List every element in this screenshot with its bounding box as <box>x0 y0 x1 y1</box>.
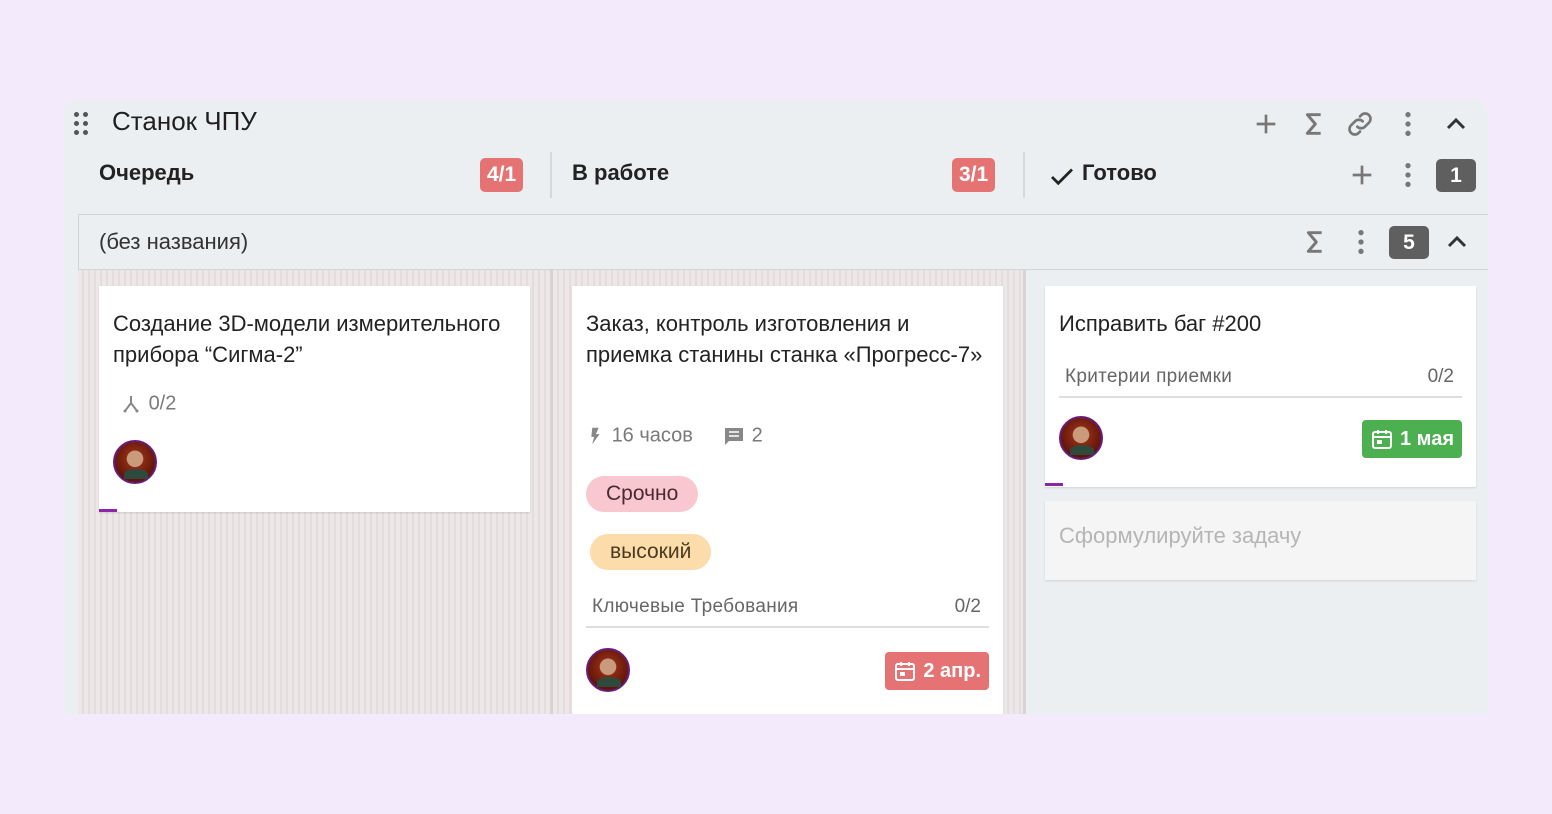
time-estimate: 16 часов <box>584 424 693 448</box>
more-vertical-icon[interactable] <box>1392 108 1424 140</box>
checklist[interactable]: Критерии приемки 0/2 <box>1059 360 1462 398</box>
comments-counter: 2 <box>722 424 763 448</box>
due-date-badge[interactable]: 2 апр. <box>885 652 989 690</box>
column-divider <box>1023 152 1025 198</box>
chevron-up-icon[interactable] <box>1441 226 1473 258</box>
new-task-card[interactable]: Сформулируйте задачу <box>1045 501 1476 580</box>
due-date-badge[interactable]: 1 мая <box>1361 420 1462 458</box>
subtasks-count: 0/2 <box>148 392 177 415</box>
card-color-marker <box>1045 483 1063 486</box>
calendar-icon <box>895 662 916 681</box>
sigma-icon[interactable] <box>1298 108 1330 140</box>
plus-icon[interactable] <box>1250 108 1282 140</box>
more-vertical-icon[interactable] <box>1392 159 1424 191</box>
column-header-in-progress: В работе 3/1 <box>554 152 1024 198</box>
board-header: Станок ЧПУ <box>64 100 1488 148</box>
tag-urgent[interactable]: Срочно <box>586 476 699 512</box>
column-divider <box>550 152 552 198</box>
chevron-up-icon[interactable] <box>1440 108 1472 140</box>
swimlane-header[interactable]: (без названия) 5 <box>78 214 1488 270</box>
avatar[interactable] <box>113 440 157 484</box>
card-title: Заказ, контроль изготовления и приемка с… <box>586 311 983 367</box>
column-header-queue: Очередь 4/1 <box>64 152 536 198</box>
wip-limit-badge: 4/1 <box>480 158 524 192</box>
swimlane-title: (без названия) <box>99 229 249 254</box>
sigma-icon[interactable] <box>1299 226 1331 258</box>
calendar-icon <box>1371 430 1392 449</box>
subtasks-counter: 0/2 <box>119 392 176 416</box>
board-title: Станок ЧПУ <box>112 106 257 136</box>
card-title: Создание 3D-модели измерительного прибор… <box>113 311 501 367</box>
avatar[interactable] <box>1059 416 1103 460</box>
more-vertical-icon[interactable] <box>1345 226 1377 258</box>
wip-limit-badge: 3/1 <box>952 158 996 192</box>
tag-priority-high[interactable]: высокий <box>590 534 712 570</box>
task-card[interactable]: Заказ, контроль изготовления и приемка с… <box>572 286 1003 714</box>
comment-icon <box>725 428 743 445</box>
column-label: В работе <box>572 160 670 185</box>
board: Станок ЧПУ Очередь 4/1 В работе 3/1 Гото… <box>64 100 1488 714</box>
lightning-icon <box>591 427 600 445</box>
task-card[interactable]: Создание 3D-модели измерительного прибор… <box>99 286 530 512</box>
avatar[interactable] <box>586 648 630 692</box>
column-header-done: Готово 1 <box>1027 152 1488 198</box>
check-icon <box>1047 162 1077 192</box>
task-card[interactable]: Исправить баг #200 Критерии приемки 0/2 … <box>1045 286 1476 487</box>
link-icon[interactable] <box>1344 108 1376 140</box>
checklist[interactable]: Ключевые Требования 0/2 <box>586 590 989 628</box>
checklist-label: Критерии приемки <box>1065 366 1233 387</box>
checklist-label: Ключевые Требования <box>592 596 799 617</box>
column-label: Готово <box>1082 160 1157 185</box>
new-task-input[interactable]: Сформулируйте задачу <box>1059 523 1301 549</box>
count-badge: 1 <box>1436 159 1476 192</box>
plus-icon[interactable] <box>1346 159 1378 191</box>
subtasks-icon <box>123 396 139 413</box>
checklist-count: 0/2 <box>1427 366 1454 387</box>
card-title: Исправить баг #200 <box>1059 311 1262 336</box>
checklist-count: 0/2 <box>954 596 981 617</box>
column-label: Очередь <box>99 160 195 185</box>
count-badge: 5 <box>1389 226 1429 259</box>
card-color-marker <box>99 509 117 512</box>
drag-handle-icon[interactable] <box>72 111 90 135</box>
